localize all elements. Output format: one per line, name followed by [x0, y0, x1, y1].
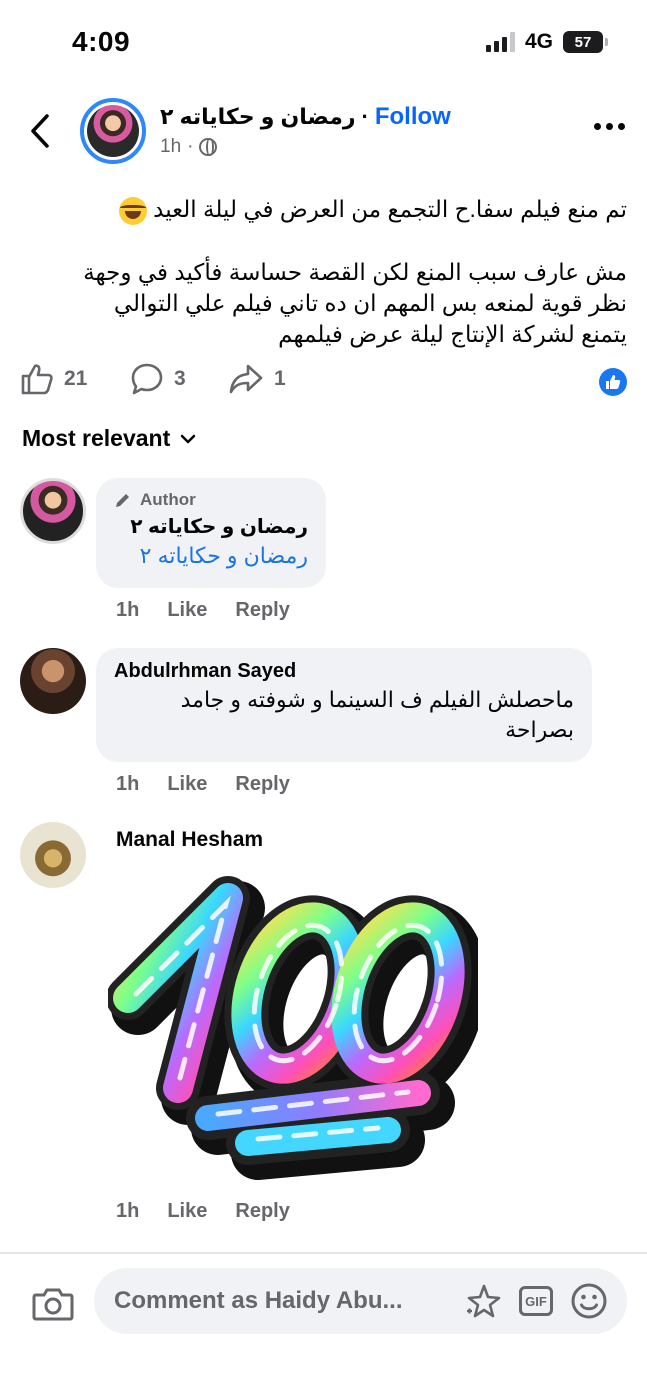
follow-button[interactable]: Follow — [375, 103, 451, 131]
commenter-name[interactable]: رمضان و حكاياته ٢ — [114, 514, 308, 539]
comment-bubble: Abdulrhman Sayed ماحصلش الفيلم ف السينما… — [96, 648, 592, 762]
avatar[interactable] — [20, 822, 86, 888]
post-body-line: نظر قوية لمنعه بس المهم ان ده تاني فيلم … — [113, 290, 627, 316]
post-title-row: رمضان و حكاياته ٢ · Follow — [160, 103, 451, 131]
signal-icon — [485, 32, 515, 52]
like-reaction-icon[interactable] — [599, 368, 627, 396]
status-time: 4:09 — [72, 26, 131, 57]
gif-button[interactable]: GIF — [519, 1286, 553, 1316]
comment-input[interactable]: Comment as Haidy Abu... GIF — [94, 1268, 627, 1334]
post-body-line: يتمنع لشركة الإنتاج ليلة عرض فيلمهم — [278, 321, 627, 347]
share-arrow-icon — [229, 364, 263, 394]
comment-reply-button[interactable]: Reply — [235, 1200, 289, 1223]
network-label: 4G — [524, 30, 553, 53]
post-headline: تم منع فيلم سفا.ح التجمع من العرض في ليل… — [20, 193, 627, 225]
pencil-icon — [116, 494, 129, 507]
like-count: 21 — [64, 367, 88, 390]
comment-count: 3 — [174, 367, 186, 390]
comment-time: 1h — [116, 1200, 140, 1222]
sparkle-star-icon — [467, 1284, 501, 1318]
globe-icon — [199, 138, 218, 156]
comment-like-button[interactable]: Like — [167, 773, 207, 796]
commenter-name[interactable]: Manal Hesham — [116, 828, 263, 852]
comment-like-button[interactable]: Like — [167, 599, 207, 622]
comment-text: ماحصلش الفيلم ف السينما و شوفته و جامد ب… — [114, 685, 574, 745]
gif-label: GIF — [525, 1293, 547, 1309]
comment-actions: 1h Like Reply — [116, 599, 290, 622]
battery-icon: 57 — [563, 31, 608, 53]
more-options-button[interactable] — [594, 123, 625, 130]
comment-time: 1h — [116, 773, 140, 795]
author-badge-label: Author — [140, 490, 196, 509]
like-button[interactable]: 21 — [20, 362, 87, 396]
page-name[interactable]: رمضان و حكاياته ٢ — [160, 104, 356, 130]
comment-text-line: بصراحة — [505, 717, 574, 742]
headline-text: تم منع فيلم سفا.ح التجمع من العرض في ليل… — [153, 196, 627, 222]
chevron-left-icon — [31, 114, 49, 148]
dot-separator: · — [187, 136, 194, 157]
comment-input-placeholder: Comment as Haidy Abu... — [114, 1287, 403, 1314]
thumbs-up-icon — [21, 364, 53, 395]
commenter-name[interactable]: Abdulrhman Sayed — [114, 660, 574, 683]
comment-icon — [131, 363, 163, 395]
composer-icons: GIF — [463, 1281, 609, 1321]
post-meta: 1h · — [160, 136, 218, 158]
share-count: 1 — [274, 367, 286, 390]
comment-sort-dropdown[interactable]: Most relevant — [22, 425, 196, 452]
author-badge: Author — [114, 490, 308, 510]
smiley-icon — [571, 1283, 607, 1319]
status-indicators: 4G 57 — [485, 30, 608, 54]
avatar-sticker-button[interactable] — [463, 1281, 503, 1321]
comment-text[interactable]: رمضان و حكاياته ٢ — [114, 541, 308, 571]
camera-icon — [32, 1288, 74, 1321]
comment-composer: Comment as Haidy Abu... GIF — [0, 1255, 647, 1400]
sort-label: Most relevant — [22, 425, 171, 451]
share-button[interactable]: 1 — [228, 362, 286, 396]
comment-reply-button[interactable]: Reply — [235, 773, 289, 796]
avatar[interactable] — [20, 478, 86, 544]
page-avatar[interactable] — [80, 98, 146, 164]
post-action-bar: 21 3 1 — [20, 362, 627, 404]
divider — [0, 1252, 647, 1254]
comment-bubble: Author رمضان و حكاياته ٢ رمضان و حكاياته… — [96, 478, 326, 588]
chevron-down-icon — [181, 434, 196, 443]
post-time: 1h — [160, 136, 182, 157]
emoji-button[interactable] — [569, 1281, 609, 1321]
comment-like-button[interactable]: Like — [167, 1200, 207, 1223]
comment-actions: 1h Like Reply — [116, 773, 290, 796]
post-body-line: مش عارف سبب المنع لكن القصة حساسة فأكيد … — [83, 259, 627, 285]
post-header: رمضان و حكاياته ٢ · Follow 1h · — [0, 95, 647, 170]
comment-actions: 1h Like Reply — [116, 1200, 290, 1223]
comment-button[interactable]: 3 — [130, 362, 186, 396]
avatar[interactable] — [20, 648, 86, 714]
back-button[interactable] — [20, 109, 60, 153]
hundred-points-sticker[interactable] — [106, 868, 487, 1188]
laughing-emoji-icon — [118, 196, 147, 225]
comment-reply-button[interactable]: Reply — [235, 599, 289, 622]
battery-level: 57 — [574, 33, 592, 51]
post-body: مش عارف سبب المنع لكن القصة حساسة فأكيد … — [20, 257, 627, 350]
status-bar: 4:09 4G 57 — [0, 0, 647, 90]
comment-time: 1h — [116, 599, 140, 621]
dot-separator: · — [361, 104, 369, 129]
camera-button[interactable] — [30, 1281, 76, 1327]
comment-text-line: ماحصلش الفيلم ف السينما و شوفته و جامد — [180, 687, 574, 712]
